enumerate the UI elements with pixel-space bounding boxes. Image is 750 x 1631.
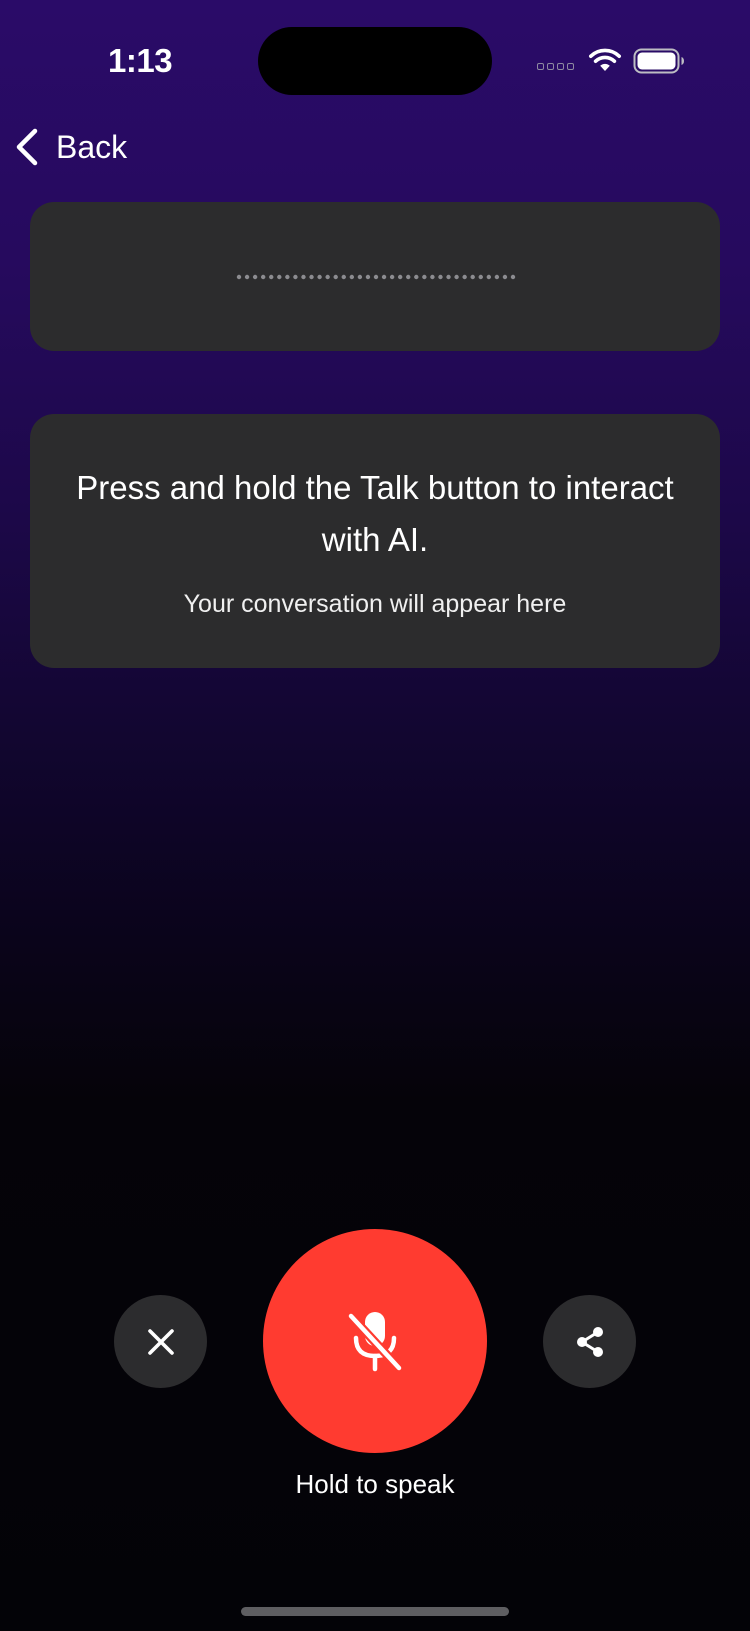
waveform-dot <box>277 274 282 280</box>
waveform-dot <box>285 274 290 280</box>
back-label: Back <box>56 129 128 165</box>
waveform-dot <box>373 274 379 280</box>
dynamic-island <box>258 27 492 95</box>
waveform-dot <box>365 274 371 280</box>
waveform-dot <box>494 274 500 280</box>
close-icon <box>147 1328 174 1355</box>
share-icon <box>576 1326 603 1357</box>
waveform-dot <box>406 274 411 280</box>
waveform-dot <box>381 274 387 280</box>
waveform-dot <box>317 274 322 280</box>
waveform-dot <box>293 274 298 280</box>
waveform-dot <box>389 274 395 280</box>
waveform-dot <box>478 274 483 280</box>
waveform-dot <box>397 274 403 280</box>
wifi-icon <box>589 48 621 71</box>
home-indicator <box>241 1607 509 1616</box>
waveform-dot <box>462 274 467 280</box>
waveform-dot <box>510 274 516 280</box>
waveform-dot <box>325 274 330 280</box>
waveform-dot <box>446 274 451 280</box>
waveform-dot <box>414 274 419 280</box>
waveform-dot <box>349 274 355 280</box>
waveform-dot <box>341 274 346 280</box>
waveform-dot <box>470 274 475 280</box>
waveform-dot <box>438 274 443 280</box>
waveform-dot <box>422 274 427 280</box>
status-time: 1:13 <box>108 42 173 79</box>
conversation-prompt: Press and hold the Talk button to intera… <box>76 469 674 558</box>
waveform-dot <box>357 274 363 280</box>
mic-off-icon <box>346 1311 404 1373</box>
cellular-signal-icon <box>537 63 574 70</box>
conversation-placeholder: Your conversation will appear here <box>183 590 567 618</box>
back-button[interactable]: Back <box>14 124 127 170</box>
waveform-dot <box>252 274 258 280</box>
waveform-dot <box>236 274 242 280</box>
waveform-dot <box>430 274 435 280</box>
conversation-card: Press and hold the Talk button to intera… <box>30 414 720 668</box>
waveform-dot <box>309 274 314 280</box>
waveform-dot <box>244 274 250 280</box>
audio-waveform-dots <box>236 274 516 280</box>
waveform-dot <box>486 274 492 280</box>
talk-button[interactable] <box>263 1229 487 1453</box>
hold-to-speak-label: Hold to speak <box>295 1469 455 1499</box>
waveform-dot <box>301 274 306 280</box>
share-button[interactable] <box>543 1295 636 1388</box>
waveform-dot <box>269 274 274 280</box>
chevron-left-icon <box>16 128 38 166</box>
waveform-dot <box>502 274 508 280</box>
waveform-dot <box>454 274 459 280</box>
close-button[interactable] <box>114 1295 207 1388</box>
waveform-dot <box>333 274 338 280</box>
battery-icon <box>633 48 684 74</box>
waveform-dot <box>260 274 266 280</box>
